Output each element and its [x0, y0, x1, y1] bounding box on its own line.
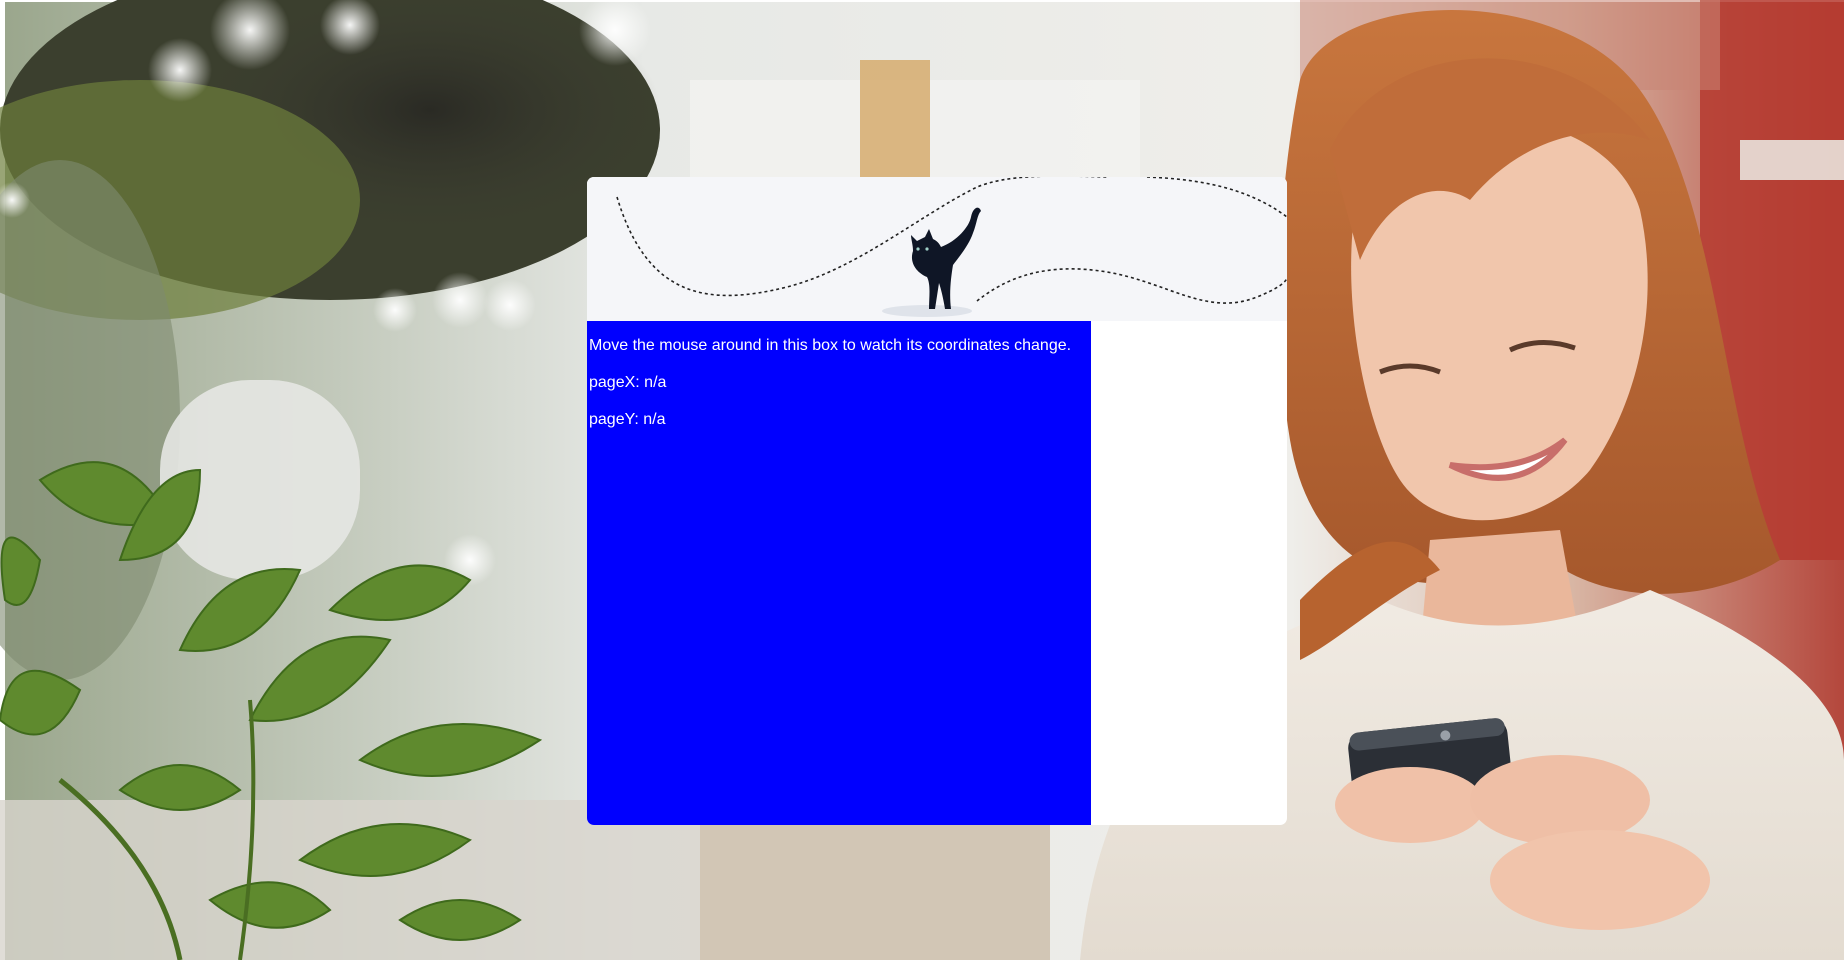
header-illustration [616, 177, 1287, 317]
mouse-tracking-box[interactable]: Move the mouse around in this box to wat… [587, 321, 1091, 825]
panel-header [587, 177, 1287, 321]
pagex-value: n/a [644, 374, 667, 391]
pagex-label: pageX: [589, 374, 640, 391]
pagey-label: pageY: [589, 411, 639, 428]
pagey-readout: pageY: n/a [589, 411, 666, 429]
demo-panel: Move the mouse around in this box to wat… [587, 177, 1287, 825]
instructions-text: Move the mouse around in this box to wat… [589, 337, 1072, 354]
pagex-readout: pageX: n/a [589, 374, 666, 392]
pagey-value: n/a [643, 411, 666, 428]
black-cat-icon [911, 207, 981, 309]
